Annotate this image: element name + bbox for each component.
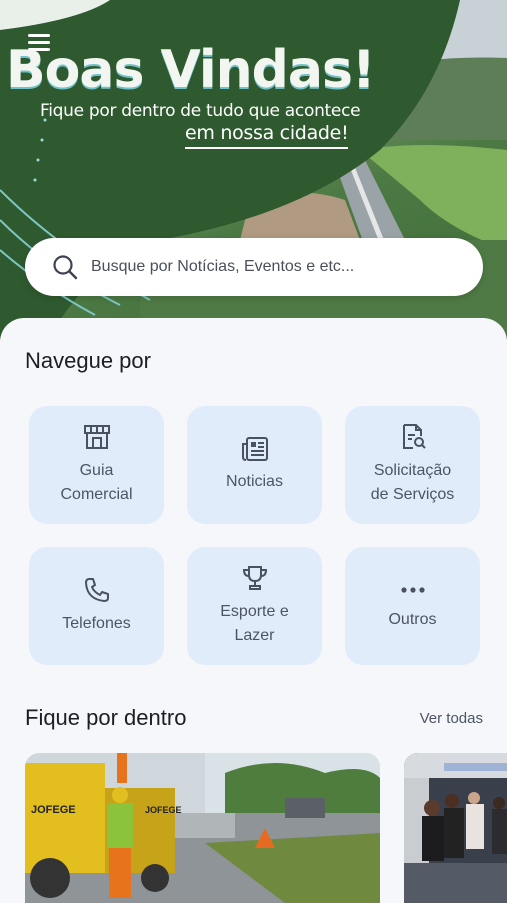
search-bar[interactable] [25,238,483,296]
content-sheet: Navegue por Guia Comercial Noticias Soli… [0,318,507,903]
tile-label: Telefones [62,615,131,632]
navigate-title: Navegue por [25,348,151,373]
tile-label: Outros [388,611,437,628]
tile-solicitacao-servicos[interactable]: Solicitação de Serviços [345,406,480,524]
news-card-image: JOFEGE JOFEGE [25,753,380,903]
search-icon [53,255,78,280]
news-card[interactable]: JOFEGE JOFEGE [25,753,380,903]
news-section-title: Fique por dentro [25,705,187,730]
news-card-image-text: JOFEGE [31,804,76,816]
phone-icon [84,578,109,602]
search-input[interactable] [91,258,461,276]
tile-label: Solicitação de Serviços [370,462,455,503]
tile-label: Guia Comercial [60,462,133,503]
trophy-icon [242,566,267,590]
tile-guia-comercial[interactable]: Guia Comercial [29,406,164,524]
newspaper-icon [241,437,268,461]
tile-esporte-lazer[interactable]: Esporte e Lazer [187,547,322,665]
news-card-image [404,753,507,903]
hero-subtitle-line2: em nossa cidade! [185,122,349,149]
hero-title: Boas Vindas! [6,40,376,100]
tile-telefones[interactable]: Telefones [29,547,164,665]
tile-noticias[interactable]: Noticias [187,406,322,524]
tile-outros[interactable]: Outros [345,547,480,665]
tile-label: Noticias [226,473,283,490]
storefront-icon [83,425,110,449]
see-all-link[interactable]: Ver todas [420,710,483,727]
news-card[interactable] [404,753,507,903]
hero-subtitle-line1: Fique por dentro de tudo que acontece [40,101,361,121]
tile-label: Esporte e Lazer [220,603,289,644]
more-dots-icon [400,587,425,593]
news-card-image-text-2: JOFEGE [145,805,182,815]
document-search-icon [402,424,426,449]
